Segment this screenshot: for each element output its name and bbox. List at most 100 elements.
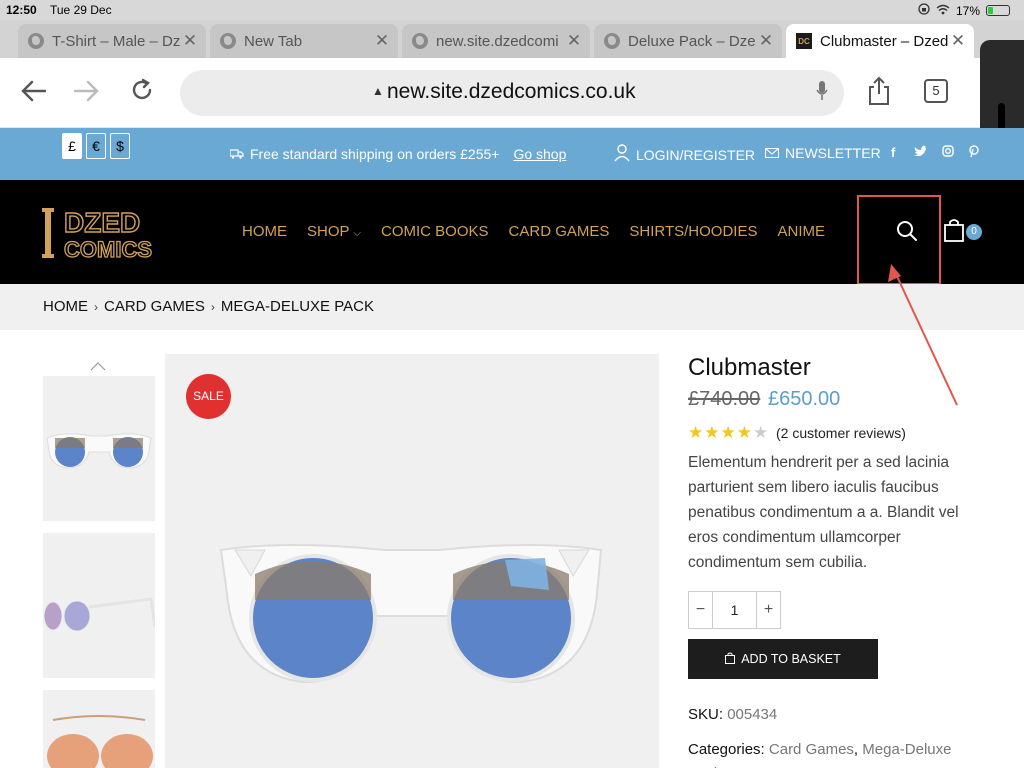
login-register-link[interactable]: LOGIN/REGISTER xyxy=(614,144,755,165)
thumbnail-2[interactable] xyxy=(43,533,157,678)
tab-clubmaster[interactable]: DC Clubmaster – Dzed ✕ xyxy=(786,24,974,58)
thumbnail-3[interactable] xyxy=(43,690,155,768)
quantity-stepper: − 1 + xyxy=(688,591,781,629)
status-bar: 12:50 Tue 29 Dec 17% xyxy=(0,0,1024,20)
instagram-icon[interactable] xyxy=(942,145,954,160)
status-date: Tue 29 Dec xyxy=(50,3,112,17)
shipping-text: Free standard shipping on orders £255+ xyxy=(250,146,500,162)
minus-icon[interactable]: − xyxy=(689,592,712,628)
globe-icon xyxy=(28,33,44,49)
nav-anime[interactable]: ANIME xyxy=(777,223,825,240)
price-new: £650.00 xyxy=(768,388,841,410)
breadcrumb-home[interactable]: HOME xyxy=(43,298,88,315)
sunglasses-front-thumb-icon xyxy=(46,433,152,469)
go-shop-link[interactable]: Go shop xyxy=(513,146,566,162)
product-title: Clubmaster xyxy=(688,354,811,381)
shipping-notice: Free standard shipping on orders £255+ G… xyxy=(229,146,566,162)
product-description: Elementum hendrerit per a sed lacinia pa… xyxy=(688,454,959,571)
nav-comic-books[interactable]: COMIC BOOKS xyxy=(381,223,489,240)
tab-title: T-Shirt – Male – Dz xyxy=(52,32,180,50)
aviator-thumb-icon xyxy=(47,715,153,768)
currency-usd[interactable]: $ xyxy=(110,133,130,159)
battery-icon xyxy=(986,5,1010,16)
tab-title: new.site.dzedcomi xyxy=(436,32,559,50)
tab-switcher-button[interactable]: 5 xyxy=(924,79,948,103)
main-nav: HOME SHOP ⌵ COMIC BOOKS CARD GAMES SHIRT… xyxy=(242,223,825,240)
globe-icon xyxy=(604,33,620,49)
close-icon[interactable]: ✕ xyxy=(180,31,200,51)
nav-shirts-hoodies[interactable]: SHIRTS/HOODIES xyxy=(629,223,757,240)
bag-icon xyxy=(725,652,736,667)
sku-label: SKU: xyxy=(688,706,724,723)
address-bar[interactable]: ▲ new.site.dzedcomics.co.uk xyxy=(180,70,844,116)
logo-line1: DZED xyxy=(64,207,140,238)
sunglasses-image-icon xyxy=(219,544,603,684)
reload-icon[interactable] xyxy=(130,78,154,109)
close-icon[interactable]: ✕ xyxy=(372,31,392,51)
user-icon xyxy=(614,144,630,165)
wifi-icon xyxy=(936,4,950,18)
quantity-input[interactable]: 1 xyxy=(712,592,757,628)
chevron-right-icon: › xyxy=(210,299,215,314)
currency-eur[interactable]: € xyxy=(86,133,106,159)
price-old: £740.00 xyxy=(688,388,761,410)
thumbnail-1[interactable] xyxy=(43,376,155,521)
sku-value: 005434 xyxy=(727,706,778,723)
back-icon[interactable] xyxy=(20,78,47,109)
nav-home[interactable]: HOME xyxy=(242,223,287,240)
sale-badge: SALE xyxy=(186,374,231,419)
tab-new-tab[interactable]: New Tab ✕ xyxy=(210,24,398,58)
url-text: new.site.dzedcomics.co.uk xyxy=(387,80,636,103)
site-topbar: £ € $ Free standard shipping on orders £… xyxy=(0,128,1024,180)
nav-card-games[interactable]: CARD GAMES xyxy=(509,223,610,240)
add-to-basket-button[interactable]: ADD TO BASKET xyxy=(688,639,878,679)
browser-toolbar: ▲ new.site.dzedcomics.co.uk 5 xyxy=(0,58,1024,128)
categories-row: Categories: Card Games, Mega-Deluxe Pack xyxy=(688,738,978,768)
breadcrumb-bar: HOME › CARD GAMES › MEGA-DELUXE PACK xyxy=(0,284,1024,330)
categories-label: Categories: xyxy=(688,741,765,758)
tab-strip: T-Shirt – Male – Dz ✕ New Tab ✕ new.site… xyxy=(0,20,1024,58)
microphone-icon[interactable] xyxy=(816,80,828,100)
facebook-icon[interactable]: f xyxy=(891,145,895,160)
category-link[interactable]: Card Games xyxy=(769,741,854,758)
tab-title: Clubmaster – Dzed xyxy=(820,32,948,50)
close-icon[interactable]: ✕ xyxy=(564,31,584,51)
status-indicators: 17% xyxy=(918,3,1010,18)
breadcrumb-card-games[interactable]: CARD GAMES xyxy=(104,298,205,315)
chevron-right-icon: › xyxy=(94,299,98,314)
nav-shop[interactable]: SHOP ⌵ xyxy=(307,223,361,240)
tab-tshirt[interactable]: T-Shirt – Male – Dz ✕ xyxy=(18,24,206,58)
status-time: 12:50 xyxy=(6,3,37,17)
globe-icon xyxy=(412,33,428,49)
close-icon[interactable]: ✕ xyxy=(756,31,776,51)
dzed-comics-logo[interactable]: DZED COMICS xyxy=(42,206,174,265)
logo-line2: COMICS xyxy=(64,237,152,260)
chevron-up-icon[interactable] xyxy=(90,358,106,372)
orientation-lock-icon xyxy=(918,3,930,18)
tab-title: Deluxe Pack – Dze xyxy=(628,32,756,50)
battery-percent: 17% xyxy=(955,3,980,18)
chevron-down-icon: ⌵ xyxy=(353,228,362,239)
sku-row: SKU: 005434 xyxy=(688,706,777,723)
share-icon[interactable] xyxy=(866,76,892,111)
globe-icon xyxy=(220,33,236,49)
star-rating-icon: ★★★★★ xyxy=(688,423,770,442)
plus-icon[interactable]: + xyxy=(757,592,780,628)
tab-title: New Tab xyxy=(244,32,303,50)
shopping-bag-icon[interactable] xyxy=(944,218,964,247)
currency-gbp[interactable]: £ xyxy=(62,133,82,159)
tab-new-site[interactable]: new.site.dzedcomi ✕ xyxy=(402,24,590,58)
close-icon[interactable]: ✕ xyxy=(948,31,968,51)
dc-favicon-icon: DC xyxy=(796,33,812,49)
nav-shop-label: SHOP xyxy=(307,223,350,240)
sunglasses-side-thumb-icon xyxy=(43,597,157,632)
newsletter-link[interactable]: NEWSLETTER xyxy=(764,145,881,161)
breadcrumb-current: MEGA-DELUXE PACK xyxy=(220,298,374,315)
twitter-icon[interactable] xyxy=(914,145,928,160)
reviews-link[interactable]: (2 customer reviews) xyxy=(776,425,906,441)
tab-deluxe-pack[interactable]: Deluxe Pack – Dze ✕ xyxy=(594,24,782,58)
forward-icon[interactable] xyxy=(73,78,100,109)
pinterest-icon[interactable] xyxy=(969,145,979,160)
search-icon[interactable] xyxy=(896,220,918,247)
main-product-image[interactable] xyxy=(165,354,659,768)
